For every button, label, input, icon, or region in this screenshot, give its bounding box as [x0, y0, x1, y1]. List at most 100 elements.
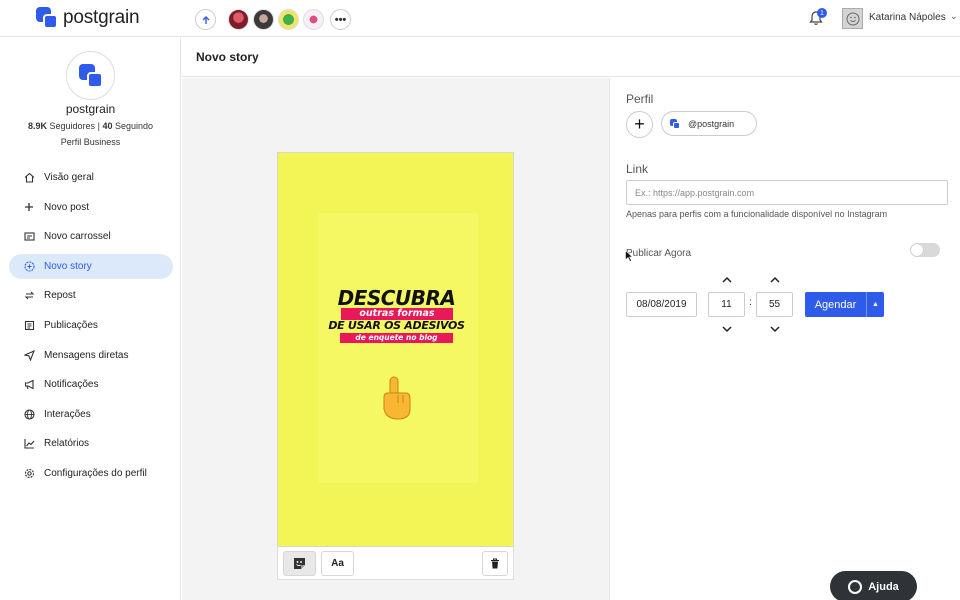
home-icon	[23, 172, 35, 184]
megaphone-icon	[23, 379, 35, 391]
send-icon	[23, 349, 35, 361]
top-bar: postgrain ••• 1 Katarina Nápoles ⌄	[0, 0, 960, 37]
app-logo[interactable]: postgrain	[36, 7, 140, 29]
app-name: postgrain	[63, 7, 140, 28]
account-switcher	[228, 9, 324, 30]
sidebar-item-label: Repost	[44, 290, 76, 302]
story-headline: DESCUBRA	[337, 286, 456, 310]
chat-bubble-icon	[848, 579, 863, 594]
hour-increment-chevron-up-icon[interactable]	[721, 274, 733, 284]
sidebar-nav: Visão geral Novo post Novo carrossel Nov…	[9, 165, 173, 491]
story-stripe-text: de enquete no blog	[340, 333, 453, 343]
story-toolbar: Aa	[277, 547, 514, 580]
story-preview[interactable]: DESCUBRA outras formas DE USAR OS ADESIV…	[277, 152, 514, 547]
pointing-up-hand-icon	[383, 376, 411, 420]
account-avatar[interactable]	[303, 9, 324, 30]
account-avatar[interactable]	[228, 9, 249, 30]
sidebar-item-publicacoes[interactable]: Publicações	[9, 313, 173, 338]
text-tool-button[interactable]: Aa	[321, 551, 354, 576]
caret-up-icon[interactable]: ▲	[866, 292, 884, 317]
followers-count: 8.9K	[27, 121, 47, 131]
date-input[interactable]: 08/08/2019	[626, 292, 697, 317]
story-subheadline: DE USAR OS ADESIVOS	[328, 319, 465, 332]
story-icon	[23, 260, 35, 272]
delete-button[interactable]	[482, 551, 508, 576]
more-accounts-button[interactable]: •••	[330, 9, 351, 30]
hour-decrement-chevron-down-icon[interactable]	[721, 324, 733, 334]
sidebar-item-notificacoes[interactable]: Notificações	[9, 372, 173, 397]
sidebar-item-novo-post[interactable]: Novo post	[9, 195, 173, 220]
user-name[interactable]: Katarina Nápoles	[869, 12, 946, 23]
mouse-cursor-icon	[625, 250, 633, 262]
following-label: Seguindo	[114, 121, 154, 131]
profile-name: postgrain	[65, 102, 116, 116]
sidebar-item-configuracoes-perfil[interactable]: Configurações do perfil	[9, 461, 173, 486]
sticker-button[interactable]	[283, 551, 316, 576]
hour-input[interactable]: 11	[708, 292, 745, 317]
sidebar-item-novo-story[interactable]: Novo story	[9, 253, 173, 279]
following-count: 40	[102, 121, 113, 131]
profile-chip-label: @postgrain	[688, 118, 735, 129]
plus-icon: +	[634, 114, 645, 134]
publications-icon	[23, 319, 35, 331]
followers-label: Seguidores	[49, 121, 96, 131]
plus-icon	[23, 201, 35, 213]
toggle-knob	[911, 244, 923, 256]
sidebar-item-label: Notificações	[44, 379, 99, 391]
page-title: Novo story	[196, 50, 259, 64]
account-avatar[interactable]	[253, 9, 274, 30]
profile-avatar[interactable]	[66, 51, 115, 100]
sidebar-item-novo-carrossel[interactable]: Novo carrossel	[9, 224, 173, 249]
sidebar-item-label: Novo story	[44, 260, 92, 272]
sidebar-item-label: Interações	[44, 408, 91, 420]
schedule-button-label: Agendar	[814, 298, 857, 311]
repost-icon	[23, 290, 35, 302]
arrow-up-icon	[202, 15, 209, 24]
page-header: Novo story	[182, 38, 960, 77]
smiley-icon	[846, 12, 859, 25]
profile-section-label: Perfil	[626, 92, 654, 106]
profile-stats: 8.9K Seguidores | 40 Seguindo	[0, 121, 181, 131]
sidebar-item-label: Novo carrossel	[44, 231, 111, 243]
sidebar-item-relatorios[interactable]: Relatórios	[9, 431, 173, 456]
story-settings-panel: Perfil + @postgrain Link Apenas para per…	[611, 78, 960, 600]
sidebar-item-label: Visão geral	[44, 172, 94, 183]
sidebar-item-visao-geral[interactable]: Visão geral	[9, 165, 173, 190]
minute-decrement-chevron-down-icon[interactable]	[769, 324, 781, 334]
user-avatar[interactable]	[842, 8, 863, 29]
carousel-icon	[23, 231, 35, 243]
postgrain-logo-icon	[670, 118, 680, 129]
chart-icon	[23, 438, 35, 450]
story-editor-canvas: DESCUBRA outras formas DE USAR OS ADESIV…	[182, 78, 610, 600]
schedule-button[interactable]: Agendar ▲	[805, 292, 884, 317]
help-label: Ajuda	[868, 580, 899, 593]
sidebar-item-mensagens-diretas[interactable]: Mensagens diretas	[9, 343, 173, 368]
publish-now-label: Publicar Agora	[626, 248, 692, 259]
help-button[interactable]: Ajuda	[830, 571, 917, 600]
ellipsis-icon: •••	[334, 13, 347, 26]
gear-icon	[23, 467, 35, 479]
postgrain-logo-icon	[36, 7, 58, 29]
minute-increment-chevron-up-icon[interactable]	[769, 274, 781, 284]
publish-now-toggle[interactable]	[910, 243, 940, 257]
postgrain-logo-icon	[78, 63, 103, 88]
account-type: Perfil Business	[60, 137, 121, 147]
chevron-down-icon[interactable]: ⌄	[950, 11, 958, 22]
account-avatar[interactable]	[278, 9, 299, 30]
sidebar-item-label: Configurações do perfil	[44, 467, 147, 479]
add-profile-button[interactable]: +	[626, 111, 653, 138]
stats-separator: |	[97, 121, 100, 131]
link-label: Link	[626, 162, 649, 176]
selected-profile-chip[interactable]: @postgrain	[661, 111, 757, 136]
globe-icon	[23, 408, 35, 420]
story-image-area	[318, 213, 478, 483]
upload-button[interactable]	[195, 9, 216, 30]
trash-icon	[491, 558, 499, 569]
link-input[interactable]	[626, 180, 948, 205]
sidebar-item-interacoes[interactable]: Interações	[9, 402, 173, 427]
minute-input[interactable]: 55	[756, 292, 793, 317]
link-help-text: Apenas para perfis com a funcionalidade …	[626, 209, 888, 219]
sidebar-item-label: Mensagens diretas	[44, 349, 129, 361]
time-separator: :	[749, 297, 752, 308]
sidebar-item-repost[interactable]: Repost	[9, 283, 173, 308]
